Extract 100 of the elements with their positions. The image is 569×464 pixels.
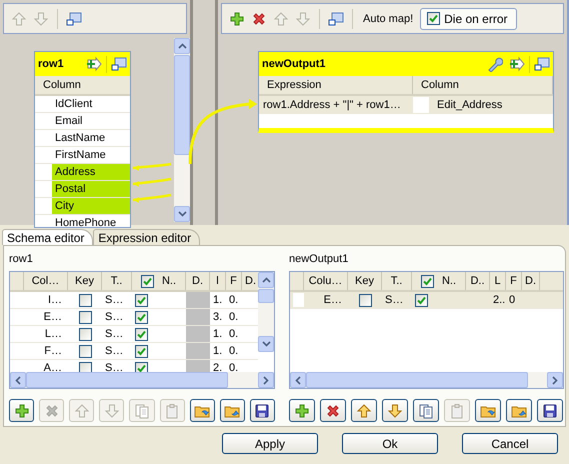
editor-tab[interactable]: Expression editor [93,229,200,245]
table-cell: S… [105,362,124,372]
scrollbar-thumb[interactable] [306,372,528,388]
move-up-button[interactable] [351,399,377,422]
expression-cell[interactable]: row1.Address + "|" + row1… [259,96,413,114]
export-button[interactable] [506,399,532,422]
chevron-right-icon[interactable] [552,376,558,384]
checkbox[interactable] [140,274,154,288]
horizontal-scrollbar[interactable] [10,372,274,388]
vertical-scrollbar[interactable] [174,38,190,222]
dialog-button[interactable]: Apply [222,433,318,454]
table-cell: 0. [229,328,238,340]
checkbox[interactable] [135,310,148,324]
link-line [132,162,172,171]
column-row[interactable]: Postal [52,181,130,197]
column-header[interactable]: D. [525,275,536,287]
dialog-button[interactable]: Ok [342,433,438,454]
checkbox[interactable] [78,294,92,306]
window-button[interactable] [65,10,83,28]
document-icon [418,402,434,418]
column-header[interactable]: N.. [162,275,176,287]
save-button[interactable] [250,399,275,422]
column-header: Column [413,76,553,94]
copy-button[interactable] [413,399,439,422]
scrollbar-thumb[interactable] [174,55,190,155]
up-arrow-icon [11,10,27,26]
export-button[interactable] [220,399,245,422]
column-row[interactable]: Email [52,113,130,129]
checkbox[interactable] [78,362,92,372]
column-header[interactable]: N.. [442,275,456,287]
import-button[interactable] [190,399,215,422]
add-column-icon[interactable] [84,56,102,72]
remove-button[interactable] [320,399,346,422]
dialog-button[interactable]: Cancel [462,433,558,454]
chevron-up-icon[interactable] [178,43,186,49]
checkbox[interactable] [420,274,434,288]
column-header[interactable]: Colu… [308,275,342,287]
checkbox[interactable] [415,294,428,306]
column-header[interactable]: D. [192,275,203,287]
table-cell: A… [44,362,62,372]
schema-row[interactable]: L… S… 1. 0. [10,326,258,343]
column-header[interactable]: Col… [32,275,60,287]
checkbox[interactable] [78,310,92,324]
wrench-icon[interactable] [487,56,503,72]
column-row[interactable]: LastName [52,130,130,146]
window-button[interactable] [327,10,345,28]
schema-title: newOutput1 [289,252,350,267]
column-header[interactable]: Key [355,275,374,287]
checkbox[interactable] [427,12,440,25]
column-row[interactable]: HomePhone [52,215,130,227]
table-cell: I… [48,294,62,306]
checkbox[interactable] [78,328,92,340]
schema-row[interactable]: E… S… 2.. 0 [290,292,563,309]
table-cell: 2.. [493,294,506,306]
chevron-down-icon[interactable] [178,211,186,217]
die-on-error-checkbox[interactable]: Die on error [420,8,516,30]
column-header[interactable]: F [230,275,237,287]
scrollbar-thumb[interactable] [258,289,274,303]
column-row[interactable]: FirstName [52,147,130,163]
chevron-down-icon[interactable] [262,341,270,347]
schema-row[interactable]: F… S… 1. 0. [10,343,258,360]
chevron-up-icon[interactable] [262,277,270,283]
column-header[interactable]: D. [245,275,256,287]
checkbox[interactable] [135,362,148,372]
window-icon [328,10,344,26]
table-cell: S… [105,345,124,357]
column-header[interactable]: D.. [470,275,485,287]
chevron-left-icon[interactable] [15,376,21,384]
column-row[interactable]: Address [52,164,130,180]
scrollbar-thumb[interactable] [26,372,228,388]
editor-tab[interactable]: Schema editor [2,229,94,245]
add-button[interactable] [289,399,315,422]
auto-map-button[interactable]: Auto map! [360,10,416,26]
checkbox[interactable] [358,294,372,306]
column-header[interactable]: Key [75,275,94,287]
import-button[interactable] [475,399,501,422]
column-header[interactable]: l [216,275,219,287]
add-column-icon[interactable] [507,56,525,72]
schema-row[interactable]: I… S… 1. 0. [10,292,258,309]
vertical-scrollbar[interactable] [258,272,274,352]
save-button[interactable] [537,399,563,422]
move-down-button[interactable] [382,399,408,422]
column-header[interactable]: F [510,275,517,287]
horizontal-scrollbar[interactable] [290,372,563,388]
column-row[interactable]: IdClient [52,96,130,112]
column-header[interactable]: T.. [110,275,122,287]
add-button[interactable] [9,399,34,422]
column-header[interactable]: L [494,275,501,287]
chevron-right-icon[interactable] [263,376,269,384]
column-row[interactable]: City [52,198,130,214]
schema-row[interactable]: E… S… 3. 0. [10,309,258,326]
checkbox[interactable] [135,344,148,358]
column-header[interactable]: T.. [390,275,402,287]
checkbox[interactable] [78,344,92,358]
add-button[interactable] [228,10,246,28]
checkbox[interactable] [135,328,148,340]
checkbox[interactable] [135,294,148,306]
checkbox-label: Die on error [444,12,508,26]
column-cell[interactable]: Edit_Address [429,96,502,114]
chevron-left-icon[interactable] [295,376,301,384]
